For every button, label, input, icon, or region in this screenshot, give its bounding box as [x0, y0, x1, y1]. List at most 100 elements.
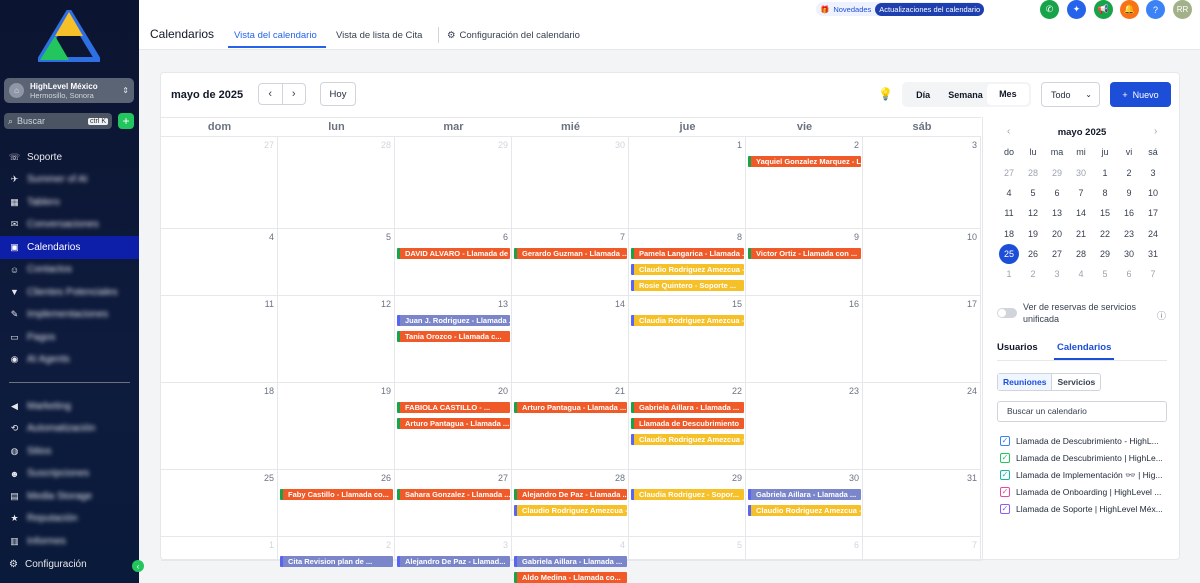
mini-calendar-day[interactable]: 4	[999, 183, 1019, 203]
day-cell[interactable]: 18	[161, 383, 278, 470]
day-cell[interactable]: 14	[512, 296, 629, 383]
mini-calendar-day[interactable]: 20	[1047, 224, 1067, 244]
segment-reuniones[interactable]: Reuniones	[998, 374, 1053, 390]
mini-calendar-day[interactable]: 29	[1095, 244, 1115, 264]
day-cell[interactable]: 20 FABIOLA CASTILLO - ... Arturo Pantagua …	[395, 383, 512, 470]
day-cell[interactable]: 6	[746, 537, 863, 561]
calendar-event[interactable]: Gabriela Aillara - Llamada ...	[748, 489, 861, 500]
calendar-event[interactable]: Claudia Rodriguez Amezcua - ...	[631, 315, 744, 326]
day-cell[interactable]: 24	[863, 383, 981, 470]
mini-calendar-day[interactable]: 5	[1023, 183, 1043, 203]
calendar-event[interactable]: Claudio Rodriguez Amezcua - ...	[631, 264, 744, 275]
view-day-button[interactable]: Día	[902, 90, 944, 100]
sidebar-item-ai-agents[interactable]: ◉ AI Agents	[0, 349, 139, 372]
mini-calendar-day[interactable]: 28	[1071, 244, 1091, 264]
sidebar-item-reputaci-n[interactable]: ★ Reputación	[0, 508, 139, 531]
sidebar-item-sitios[interactable]: ◍ Sitios	[0, 440, 139, 463]
sidebar-item-suscripciones[interactable]: ☻ Suscripciones	[0, 463, 139, 486]
sidebar-item-summer-of-ai[interactable]: ✈ Summer of AI	[0, 169, 139, 192]
day-cell[interactable]: 22 Gabriela Aillara - Llamada ... Llamada …	[629, 383, 746, 470]
day-cell[interactable]: 7 Gerardo Guzman - Llamada ...	[512, 229, 629, 296]
help-icon[interactable]: ?	[1146, 0, 1165, 19]
mini-calendar-day[interactable]: 26	[1023, 244, 1043, 264]
day-cell[interactable]: 3 Alejandro De Paz - Llamad...	[395, 537, 512, 567]
mini-calendar-day[interactable]: 29	[1047, 163, 1067, 183]
updates-pill[interactable]: Actualizaciones del calendario	[875, 2, 985, 16]
mini-calendar-day[interactable]: 2	[1119, 163, 1139, 183]
filter-select[interactable]: Todo ⌄	[1041, 82, 1100, 107]
sidebar-item-implementaciones[interactable]: ✎ Implementaciones	[0, 304, 139, 327]
mini-calendar-day[interactable]: 12	[1023, 203, 1043, 223]
mini-calendar-day[interactable]: 7	[1071, 183, 1091, 203]
prev-month-button[interactable]: ‹	[259, 84, 283, 104]
day-cell[interactable]: 4	[161, 229, 278, 296]
calendar-event[interactable]: Tania Orozco - Llamada c...	[397, 331, 510, 342]
sidebar-item-configuracion[interactable]: ⚙ Configuración	[9, 559, 87, 570]
checkbox[interactable]: ✓	[1000, 453, 1010, 463]
tab-usuarios[interactable]: Usuarios	[997, 342, 1038, 353]
magic-icon[interactable]: ✦	[1067, 0, 1086, 19]
mini-calendar-day[interactable]: 30	[1071, 163, 1091, 183]
calendar-search-input[interactable]: Buscar un calendario	[997, 401, 1167, 422]
day-cell[interactable]: 25	[161, 470, 278, 537]
day-cell[interactable]: 12	[278, 296, 395, 383]
next-month-button[interactable]: ›	[283, 84, 306, 104]
quick-add-button[interactable]: +	[118, 113, 134, 129]
calendar-event[interactable]: DAVID ALVARO - Llamada de ...	[397, 248, 510, 259]
calendar-event[interactable]: Claudio Rodriguez Amezcua - ...	[748, 505, 861, 516]
checkbox[interactable]: ✓	[1000, 470, 1010, 480]
tab-configuracion-calendario[interactable]: ⚙ Configuración del calendario	[447, 30, 580, 41]
day-cell[interactable]: 3	[863, 137, 981, 229]
mini-calendar-day[interactable]: 6	[1119, 264, 1139, 284]
day-cell[interactable]: 1	[629, 137, 746, 229]
day-cell[interactable]: 9 Victor Ortiz - Llamada con ...	[746, 229, 863, 296]
calendar-event[interactable]: Claudia Rodriguez - Sopor...	[631, 489, 744, 500]
calendar-list-item[interactable]: ✓ Llamada de Implementación 👓 | Hig...	[1000, 468, 1170, 482]
calendar-list-item[interactable]: ✓ Llamada de Soporte | HighLevel Méx...	[1000, 502, 1170, 516]
calendar-event[interactable]: Juan J. Rodriguez - Llamada ...	[397, 315, 510, 326]
day-cell[interactable]: 27 Sahara Gonzalez - Llamada ...	[395, 470, 512, 537]
calendar-list-item[interactable]: ✓ Llamada de Descubrimiento - HighL...	[1000, 434, 1170, 448]
day-cell[interactable]: 10	[863, 229, 981, 296]
day-cell[interactable]: 2 Yaquiel Gonzalez Marquez - Llamada de .…	[746, 137, 863, 229]
mini-calendar-day[interactable]: 19	[1023, 224, 1043, 244]
mini-calendar-day[interactable]: 31	[1143, 244, 1163, 264]
mini-calendar-day[interactable]: 10	[1143, 183, 1163, 203]
sidebar-item-tablero[interactable]: ▦ Tablero	[0, 191, 139, 214]
calendar-event[interactable]: Arturo Pantagua - Llamada ...	[514, 402, 627, 413]
calendar-event[interactable]: Gerardo Guzman - Llamada ...	[514, 248, 627, 259]
calendar-event[interactable]: Claudio Rodriguez Amezcua - ...	[514, 505, 627, 516]
sidebar-item-media-storage[interactable]: ▤ Media Storage	[0, 485, 139, 508]
day-cell[interactable]: 5	[629, 537, 746, 561]
day-cell[interactable]: 17	[863, 296, 981, 383]
mini-calendar-day[interactable]: 8	[1095, 183, 1115, 203]
day-cell[interactable]: 1	[161, 537, 278, 561]
collapse-sidebar-button[interactable]: ‹	[132, 560, 144, 572]
mini-calendar-day[interactable]: 7	[1143, 264, 1163, 284]
tab-vista-calendario[interactable]: Vista del calendario	[234, 30, 317, 41]
mini-next-button[interactable]: ›	[1154, 126, 1157, 137]
sidebar-search-input[interactable]: ⌕ Buscar ctrl K	[4, 113, 112, 129]
mini-calendar-day[interactable]: 15	[1095, 203, 1115, 223]
mini-calendar-day[interactable]: 27	[999, 163, 1019, 183]
day-cell[interactable]: 28	[278, 137, 395, 229]
sidebar-item-pagos[interactable]: ▭ Pagos	[0, 326, 139, 349]
calendar-event[interactable]: Faby Castillo - Llamada co...	[280, 489, 393, 500]
sidebar-item-contactos[interactable]: ☺ Contactos	[0, 259, 139, 282]
sidebar-item-automatizaci-n[interactable]: ⟲ Automatización	[0, 418, 139, 441]
sidebar-item-conversaciones[interactable]: ✉ Conversaciones	[0, 214, 139, 237]
day-cell[interactable]: 4 Gabriela Aillara - Llamada ... Aldo Medi…	[512, 537, 629, 583]
mini-calendar-day[interactable]: 9	[1119, 183, 1139, 203]
user-avatar[interactable]: RR	[1173, 0, 1192, 19]
day-cell[interactable]: 30 Gabriela Aillara - Llamada ... Claudio …	[746, 470, 863, 537]
mini-calendar-day[interactable]: 3	[1143, 163, 1163, 183]
calendar-event[interactable]: Llamada de Descubrimiento	[631, 418, 744, 429]
mini-calendar-day[interactable]: 5	[1095, 264, 1115, 284]
calendar-event[interactable]: Alejandro De Paz - Llamada ...	[514, 489, 627, 500]
mini-calendar-day[interactable]: 6	[1047, 183, 1067, 203]
mini-calendar-day[interactable]: 24	[1143, 224, 1163, 244]
tab-vista-lista-cita[interactable]: Vista de lista de Cita	[336, 30, 422, 41]
calendar-event[interactable]: Claudio Rodriguez Amezcua - ...	[631, 434, 744, 445]
mini-calendar-day[interactable]: 22	[1095, 224, 1115, 244]
day-cell[interactable]: 29	[395, 137, 512, 229]
